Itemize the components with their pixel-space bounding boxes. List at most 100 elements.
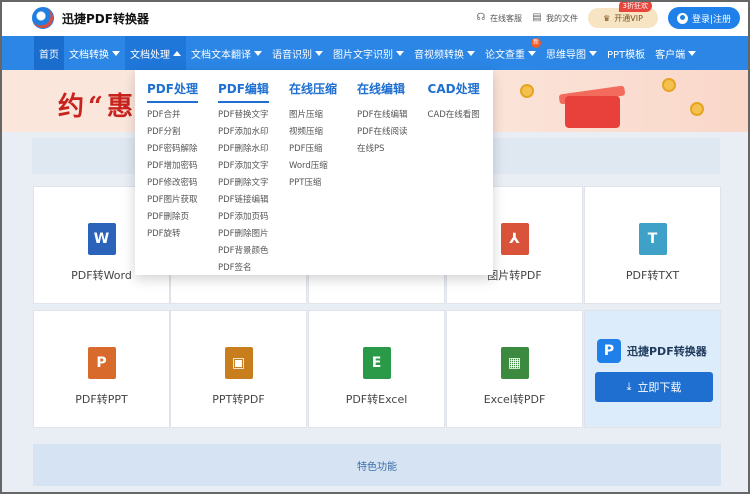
- download-promo: P 迅捷PDF转换器 ⤓ 立即下载: [584, 310, 721, 428]
- login-button[interactable]: 登录|注册: [668, 7, 740, 29]
- crown-icon: ♛: [603, 13, 611, 23]
- feature-section-title: 特色功能: [357, 461, 397, 473]
- promo-brand: P 迅捷PDF转换器: [597, 339, 707, 363]
- nav-label: 图片文字识别: [333, 49, 393, 61]
- menu-item-cad-viewer[interactable]: CAD在线看图: [428, 107, 480, 124]
- nav-label: 首页: [39, 49, 59, 61]
- dropdown-column-pdf-edit: PDF编辑 PDF替换文字 PDF添加水印 PDF删除水印 PDF添加文字 PD…: [217, 80, 269, 273]
- dropdown-column-title: 在线压缩: [288, 82, 337, 96]
- menu-item-pdf-add-password[interactable]: PDF增加密码: [147, 158, 198, 175]
- tool-card-ppt-to-pdf[interactable]: ▣ PPT转PDF: [170, 310, 307, 428]
- dropdown-column-title: PDF编辑: [217, 80, 269, 103]
- vip-discount-badge: 3折狂欢: [618, 0, 652, 12]
- nav-item-media[interactable]: 音视频转换: [409, 36, 480, 70]
- dropdown-column-title: PDF处理: [147, 80, 198, 103]
- main-nav: 首页 文档转换 文档处理 文档文本翻译 语音识别 图片文字识别 音视频转换 论文…: [0, 36, 750, 70]
- tool-card-excel-to-pdf[interactable]: ▦ Excel转PDF: [446, 310, 583, 428]
- tool-label: PDF转Excel: [345, 393, 408, 406]
- nav-item-mindmap[interactable]: 思维导图: [541, 36, 602, 70]
- top-header: 迅捷PDF转换器 ☊ 在线客服 ▤ 我的文件 3折狂欢 ♛ 开通VIP 登录|注…: [0, 0, 750, 36]
- menu-item-pdf-add-watermark[interactable]: PDF添加水印: [218, 124, 269, 141]
- menu-item-pdf-extract-images[interactable]: PDF图片获取: [147, 192, 198, 209]
- customer-service-link[interactable]: ☊ 在线客服: [476, 13, 522, 24]
- nav-item-client[interactable]: 客户端: [650, 36, 701, 70]
- nav-item-ocr[interactable]: 图片文字识别: [328, 36, 409, 70]
- nav-label: 文档处理: [130, 49, 170, 61]
- menu-item-pdf-delete-text[interactable]: PDF删除文字: [218, 175, 269, 192]
- nav-item-home[interactable]: 首页: [34, 36, 64, 70]
- menu-item-pdf-split[interactable]: PDF分割: [147, 124, 198, 141]
- vip-button[interactable]: 3折狂欢 ♛ 开通VIP: [588, 0, 658, 28]
- menu-item-pdf-unlock[interactable]: PDF密码解除: [147, 141, 198, 158]
- tool-label: Excel转PDF: [483, 393, 546, 406]
- dropdown-column-title: 在线编辑: [356, 82, 405, 96]
- menu-item-pdf-merge[interactable]: PDF合并: [147, 107, 198, 124]
- vip-label: 开通VIP: [614, 13, 643, 23]
- file-icon: ▤: [532, 12, 542, 23]
- user-icon: [676, 12, 688, 24]
- new-badge: 新: [531, 38, 541, 48]
- menu-item-image-compress[interactable]: 图片压缩: [289, 107, 337, 124]
- nav-item-speech[interactable]: 语音识别: [267, 36, 328, 70]
- app-logo-icon: P: [597, 339, 621, 363]
- menu-item-pdf-add-page-numbers[interactable]: PDF添加页码: [218, 209, 269, 226]
- nav-item-doc-process[interactable]: 文档处理: [125, 36, 186, 70]
- menu-item-pdf-change-password[interactable]: PDF修改密码: [147, 175, 198, 192]
- brand-logo[interactable]: 迅捷PDF转换器: [32, 7, 149, 29]
- dropdown-column-title: CAD处理: [427, 82, 480, 96]
- menu-item-pdf-edit-links[interactable]: PDF链接编辑: [218, 192, 269, 209]
- tool-card-pdf-to-excel[interactable]: E PDF转Excel: [308, 310, 445, 428]
- tool-card-pdf-to-txt[interactable]: T PDF转TXT: [584, 186, 721, 304]
- menu-item-pdf-delete-images[interactable]: PDF删除图片: [218, 226, 269, 243]
- menu-item-ppt-compress[interactable]: PPT压缩: [289, 175, 337, 192]
- brand-name: 迅捷PDF转换器: [62, 11, 149, 26]
- nav-label: 音视频转换: [414, 49, 464, 61]
- download-button[interactable]: ⤓ 立即下载: [595, 372, 713, 402]
- menu-item-online-ps[interactable]: 在线PS: [357, 141, 408, 158]
- menu-item-pdf-online-edit[interactable]: PDF在线编辑: [357, 107, 408, 124]
- nav-item-translate[interactable]: 文档文本翻译: [186, 36, 267, 70]
- dropdown-column-cad: CAD处理 CAD在线看图: [428, 80, 480, 265]
- menu-item-pdf-remove-watermark[interactable]: PDF删除水印: [218, 141, 269, 158]
- menu-item-pdf-sign[interactable]: PDF签名: [218, 260, 269, 277]
- menu-item-word-compress[interactable]: Word压缩: [289, 158, 337, 175]
- menu-item-pdf-delete-page[interactable]: PDF删除页: [147, 209, 198, 226]
- chevron-down-icon: [688, 50, 697, 56]
- dropdown-column-online-edit: 在线编辑 PDF在线编辑 PDF在线阅读 在线PS: [357, 80, 408, 265]
- tool-label: PPT转PDF: [212, 393, 265, 406]
- coin-icon: [662, 78, 676, 92]
- gift-box-illustration: [545, 78, 635, 128]
- menu-item-pdf-rotate[interactable]: PDF旋转: [147, 226, 198, 243]
- my-files-link[interactable]: ▤ 我的文件: [532, 13, 578, 24]
- doc-process-dropdown: PDF处理 PDF合并 PDF分割 PDF密码解除 PDF增加密码 PDF修改密…: [135, 70, 493, 275]
- chevron-down-icon: [315, 50, 323, 56]
- nav-label: 思维导图: [546, 49, 586, 61]
- download-label: 立即下载: [637, 381, 682, 394]
- chevron-down-icon: [254, 50, 262, 56]
- word-icon: W: [87, 223, 116, 255]
- ppt-pdf-icon: ▣: [224, 347, 253, 379]
- dropdown-column-pdf-process: PDF处理 PDF合并 PDF分割 PDF密码解除 PDF增加密码 PDF修改密…: [147, 80, 198, 265]
- menu-item-pdf-add-text[interactable]: PDF添加文字: [218, 158, 269, 175]
- chevron-up-icon: [173, 50, 181, 56]
- menu-item-pdf-background-color[interactable]: PDF背景颜色: [218, 243, 269, 260]
- dropdown-column-compress: 在线压缩 图片压缩 视频压缩 PDF压缩 Word压缩 PPT压缩: [289, 80, 337, 265]
- nav-item-doc-convert[interactable]: 文档转换: [64, 36, 125, 70]
- chevron-down-icon: [467, 50, 475, 56]
- ppt-icon: P: [87, 347, 116, 379]
- menu-item-pdf-compress[interactable]: PDF压缩: [289, 141, 337, 158]
- chevron-down-icon: [112, 50, 120, 56]
- tool-card-pdf-to-ppt[interactable]: P PDF转PPT: [33, 310, 170, 428]
- login-label: 登录|注册: [691, 14, 732, 25]
- nav-item-ppt-template[interactable]: PPT模板: [602, 36, 650, 70]
- menu-item-pdf-replace-text[interactable]: PDF替换文字: [218, 107, 269, 124]
- nav-label: 文档文本翻译: [191, 49, 251, 61]
- nav-label: PPT模板: [607, 49, 646, 61]
- menu-item-pdf-online-read[interactable]: PDF在线阅读: [357, 124, 408, 141]
- chevron-down-icon: [396, 50, 404, 56]
- nav-item-plagiarism[interactable]: 论文查重新: [480, 36, 541, 70]
- customer-service-label: 在线客服: [490, 13, 522, 23]
- nav-label: 语音识别: [272, 49, 312, 61]
- menu-item-video-compress[interactable]: 视频压缩: [289, 124, 337, 141]
- excel-pdf-icon: ▦: [500, 347, 529, 379]
